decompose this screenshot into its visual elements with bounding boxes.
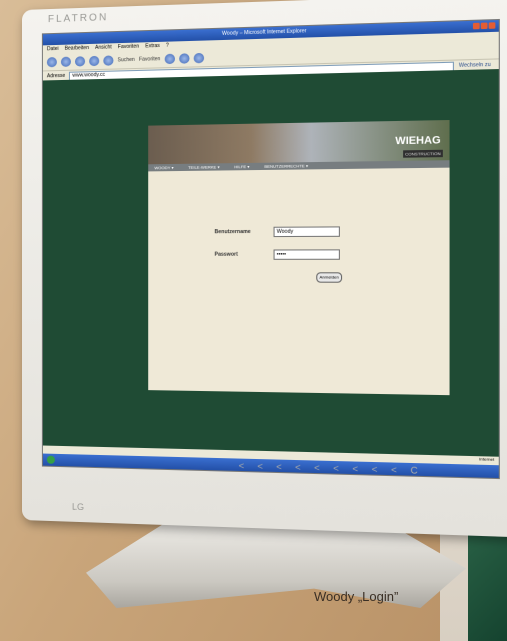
print-icon[interactable] [193,52,204,64]
username-row: Benutzername Woody [214,226,343,238]
nav-item-woody[interactable]: WOODY ▾ [154,164,173,171]
login-form: Benutzername Woody Passwort ••••• Anmeld… [214,226,343,283]
menu-ansicht[interactable]: Ansicht [95,43,112,53]
favorites-button[interactable]: Favoriten [139,56,160,63]
site-banner: WIEHAG CONSTRUCTION [148,120,450,165]
menu-favoriten[interactable]: Favoriten [118,43,139,53]
menu-datei[interactable]: Datei [47,45,59,54]
mail-icon[interactable] [178,53,190,64]
username-field[interactable]: Woody [273,226,340,238]
stop-icon[interactable] [74,56,86,67]
monitor: FLATRON Woody – Microsoft Internet Explo… [22,0,507,538]
close-icon[interactable] [488,22,496,29]
menu-bearbeiten[interactable]: Bearbeiten [65,44,89,54]
username-label: Benutzername [214,228,251,236]
menu-extras[interactable]: Extras [145,42,160,52]
nav-item-teile-werke[interactable]: TEILE-WERKE ▾ [188,163,220,171]
menu-help[interactable]: ? [166,42,169,51]
monitor-brand: FLATRON [47,12,109,26]
password-field[interactable]: ••••• [273,249,340,260]
nav-item-benutzerrechte[interactable]: BENUTZERRECHTE ▾ [264,162,308,170]
site-tagline: CONSTRUCTION [402,149,443,158]
login-button[interactable]: Anmelden [316,272,343,283]
address-label: Adresse [46,72,66,80]
password-label: Passwort [214,251,238,258]
screen: Woody – Microsoft Internet Explorer Date… [41,18,500,480]
image-caption: Woody „Login” [314,589,399,604]
password-row: Passwort ••••• [215,249,343,260]
back-icon[interactable] [46,57,57,68]
window-controls [472,22,496,30]
browser-content: WIEHAG CONSTRUCTION WOODY ▾ TEILE-WERKE … [42,69,499,464]
refresh-icon[interactable] [89,55,100,67]
start-button-icon[interactable] [46,455,55,464]
monitor-logo: LG [71,501,85,513]
minimize-icon[interactable] [472,22,480,30]
login-page: WIEHAG CONSTRUCTION WOODY ▾ TEILE-WERKE … [148,120,450,396]
site-logo: WIEHAG [395,134,441,148]
maximize-icon[interactable] [480,22,488,30]
history-icon[interactable] [164,53,175,65]
nav-item-hilfe[interactable]: HILFE ▾ [234,163,249,170]
browser-title: Woody – Microsoft Internet Explorer [222,28,307,37]
forward-icon[interactable] [60,56,71,67]
go-button[interactable]: Wechseln zu [459,62,491,69]
home-icon[interactable] [103,55,114,66]
search-button[interactable]: Suchen [118,57,135,64]
status-zone: Internet [479,456,495,462]
